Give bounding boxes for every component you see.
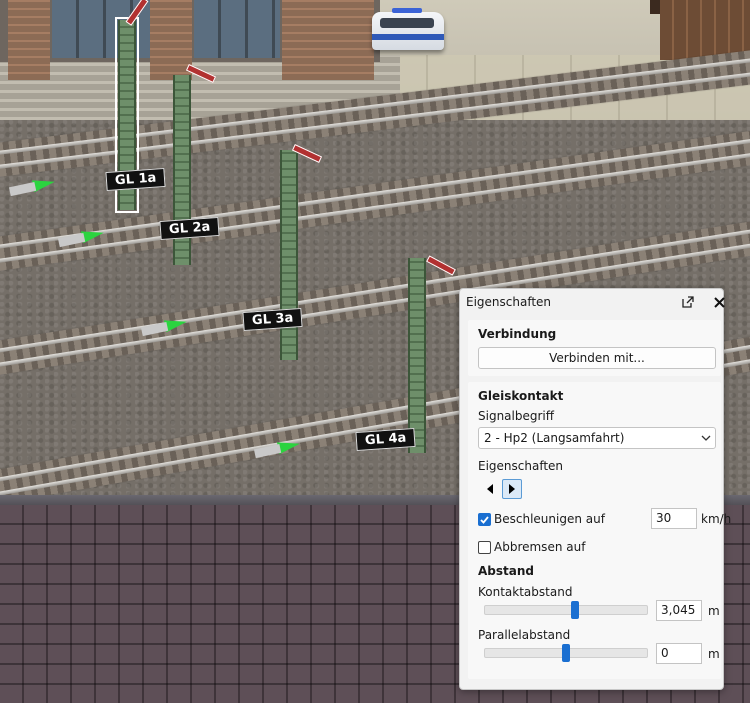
station-window — [194, 0, 280, 58]
distance-title: Abstand — [478, 564, 534, 578]
properties-label: Eigenschaften — [478, 459, 564, 473]
checkmark-icon — [480, 516, 489, 524]
chevron-down-icon — [701, 432, 711, 446]
brake-checkbox[interactable] — [478, 541, 491, 554]
triangle-left-icon — [487, 484, 493, 494]
speed-unit: km/h — [701, 512, 732, 526]
signal-aspect-label: Signalbegriff — [478, 409, 555, 423]
signal-aspect-value: 2 - Hp2 (Langsamfahrt) — [484, 431, 625, 445]
contact-distance-label: Kontaktabstand — [478, 585, 573, 599]
brick-pillar — [8, 0, 50, 80]
connection-section: Verbindung Verbinden mit... — [468, 320, 721, 376]
contact-distance-input[interactable]: 3,045 — [656, 600, 702, 621]
track-contact-section: Gleiskontakt Signalbegriff 2 - Hp2 (Lang… — [468, 382, 731, 679]
track-contact-title: Gleiskontakt — [478, 389, 564, 403]
brick-pillar — [282, 0, 374, 80]
properties-panel: Eigenschaften Verbindung Verbinden mit..… — [459, 288, 731, 690]
signal-mast[interactable] — [408, 258, 426, 453]
next-arrow-button[interactable] — [502, 479, 522, 499]
signal-mast[interactable] — [280, 150, 298, 360]
contact-distance-slider[interactable] — [484, 601, 648, 619]
contact-distance-unit: m — [708, 604, 720, 618]
brake-label: Abbremsen auf — [494, 540, 586, 554]
accelerate-label: Beschleunigen auf — [494, 512, 605, 526]
parallel-distance-unit: m — [708, 647, 720, 661]
previous-arrow-button[interactable] — [480, 479, 500, 499]
slider-thumb[interactable] — [562, 644, 570, 662]
parallel-distance-slider[interactable] — [484, 644, 648, 662]
signal-aspect-select[interactable]: 2 - Hp2 (Langsamfahrt) — [478, 427, 716, 449]
slider-thumb[interactable] — [571, 601, 579, 619]
close-icon[interactable] — [710, 293, 728, 311]
popout-icon[interactable] — [679, 293, 697, 311]
parallel-distance-input[interactable]: 0 — [656, 643, 702, 664]
parallel-distance-label: Parallelabstand — [478, 628, 571, 642]
accelerate-speed-input[interactable]: 30 — [651, 508, 697, 529]
panel-title: Eigenschaften — [466, 295, 552, 309]
accelerate-checkbox[interactable] — [478, 513, 491, 526]
triangle-right-icon — [509, 484, 515, 494]
police-car — [372, 8, 444, 50]
panel-header[interactable]: Eigenschaften — [460, 289, 725, 315]
connection-title: Verbindung — [478, 327, 557, 341]
connect-with-button[interactable]: Verbinden mit... — [478, 347, 716, 369]
